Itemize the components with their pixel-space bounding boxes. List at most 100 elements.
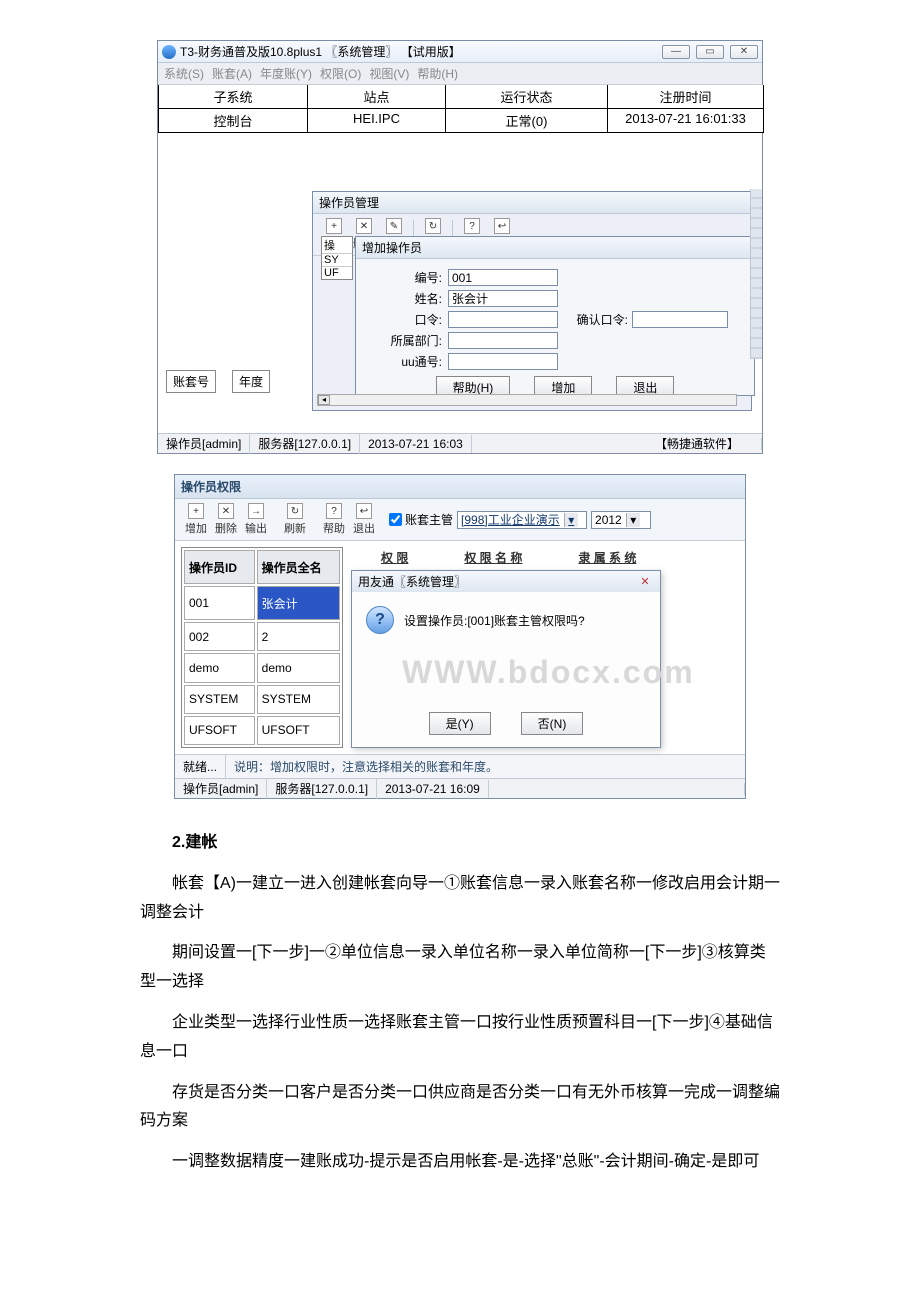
export-icon: → [248,503,264,519]
grid-row: 控制台 HEI.IPC 正常(0) 2013-07-21 16:01:33 [158,109,762,133]
confirm-title: 用友通〖系统管理〗✕ [352,571,660,592]
col-perm-name: 权 限 名 称 [464,549,522,566]
yes-button[interactable]: 是(Y) [429,712,491,735]
close-button[interactable]: ✕ [730,45,758,59]
tb-del[interactable]: ✕删除 [211,503,241,536]
cell-subsystem: 控制台 [158,109,308,133]
chevron-down-icon: ▾ [564,513,578,527]
right-gutter [750,189,762,359]
exit-icon: ↩ [356,503,372,519]
cell-regtime: 2013-07-21 16:01:33 [608,109,764,133]
refresh-icon: ↻ [287,503,303,519]
dept-label: 所属部门: [366,332,442,349]
perm-columns-header: 权 限 权 限 名 称 隶 属 系 统 [351,547,731,570]
menu-account[interactable]: 账套(A) [212,65,252,82]
uu-input[interactable] [448,353,558,370]
status-server: 服务器[127.0.0.1] [250,433,360,454]
table-row[interactable]: 001张会计 [184,586,340,620]
tb-add[interactable]: +增加 [181,503,211,536]
menu-system[interactable]: 系统(S) [164,65,204,82]
pwd-input[interactable] [448,311,558,328]
status-time: 2013-07-21 16:09 [377,780,489,798]
status-ready: 就绪... [175,755,226,778]
mini-row: SY [322,254,352,267]
perm-title: 操作员权限 [175,475,745,499]
status-operator: 操作员[admin] [175,778,267,799]
tb-refresh[interactable]: ↻刷新 [280,503,310,536]
grid-header: 子系统 站点 运行状态 注册时间 [158,85,762,109]
status-operator: 操作员[admin] [158,433,250,454]
year-combo[interactable]: 2012▾ [591,511,651,529]
acctset-combo[interactable]: [998]工业企业演示▾ [457,511,587,529]
table-row[interactable]: SYSTEMSYSTEM [184,685,340,714]
confirm-text: 设置操作员:[001]账套主管权限吗? [404,612,585,629]
resize-grip[interactable] [728,783,745,795]
edit-icon: ✎ [386,218,402,234]
close-icon[interactable]: ✕ [636,575,654,589]
article-p: 存货是否分类一口客户是否分类一口供应商是否分类一口有无外币核算一完成一调整编码方… [140,1079,780,1137]
dept-input[interactable] [448,332,558,349]
pwd-label: 口令: [366,311,442,328]
menu-help[interactable]: 帮助(H) [417,65,458,82]
table-row[interactable]: 0022 [184,622,340,651]
confirm-dialog: 用友通〖系统管理〗✕ ? 设置操作员:[001]账套主管权限吗? WWW.bdo… [351,570,661,748]
menu-perm[interactable]: 权限(O) [320,65,361,82]
pwd2-label: 确认口令: [568,311,628,328]
mini-row: UF [322,267,352,279]
no-button[interactable]: 否(N) [521,712,584,735]
table-row[interactable]: UFSOFTUFSOFT [184,716,340,745]
statusbar: 操作员[admin] 服务器[127.0.0.1] 2013-07-21 16:… [158,433,762,453]
question-icon: ? [366,606,394,634]
menu-view[interactable]: 视图(V) [369,65,409,82]
article-body: 2.建帐 帐套【A)一建立一进入创建帐套向导一①账套信息一录入账套名称一修改启用… [140,829,780,1177]
acct-manager-checkbox[interactable]: 账套主管 [385,510,453,529]
scroll-left-icon[interactable]: ◂ [318,395,330,405]
app-icon [162,45,176,59]
chevron-down-icon: ▾ [626,513,640,527]
col-site: 站点 [308,85,446,109]
add-operator-dialog: 增加操作员 编号: 姓名: 口令: 确认口令: [355,236,755,396]
tb-help[interactable]: ?帮助 [319,503,349,536]
name-label: 姓名: [366,290,442,307]
add-operator-title: 增加操作员 [356,237,754,259]
acctset-label: 账套号 [166,370,216,393]
h-scrollbar[interactable]: ◂ [317,394,737,406]
operator-mgmt-window: 操作员管理 +增加 ✕删除 ✎修改 ↻刷新 ?帮助 ↩退出 操 SY UF 增加… [312,191,752,411]
refresh-icon: ↻ [425,218,441,234]
status-time: 2013-07-21 16:03 [360,435,472,453]
operator-table[interactable]: 操作员ID操作员全名 001张会计 0022 demodemo SYSTEMSY… [181,547,343,748]
maximize-button[interactable]: ▭ [696,45,724,59]
name-input[interactable] [448,290,558,307]
statusbar2: 操作员[admin] 服务器[127.0.0.1] 2013-07-21 16:… [175,778,745,798]
titlebar[interactable]: T3-财务通普及版10.8plus1 〖系统管理〗 【试用版】 — ▭ ✕ [158,41,762,63]
status-brand: 【畅捷通软件】 [647,433,745,454]
col-subsystem: 子系统 [158,85,308,109]
uu-label: uu通号: [366,353,442,370]
resize-grip[interactable] [745,438,762,450]
chk-input[interactable] [389,513,402,526]
th-name: 操作员全名 [257,550,340,584]
table-row[interactable]: demodemo [184,653,340,682]
col-perm: 权 限 [381,549,408,566]
id-input[interactable] [448,269,558,286]
operator-mgmt-title: 操作员管理 [313,192,751,214]
tb-out[interactable]: →输出 [241,503,271,536]
status-server: 服务器[127.0.0.1] [267,778,377,799]
perm-footer: 就绪... 说明：增加权限时，注意选择相关的账套和年度。 [175,754,745,778]
year-label: 年度 [232,370,270,393]
col-state: 运行状态 [446,85,608,109]
perm-toolbar: +增加 ✕删除 →输出 ↻刷新 ?帮助 ↩退出 账套主管 [998]工业企业演示… [175,499,745,541]
tb-exit[interactable]: ↩退出 [349,503,379,536]
help-icon: ? [464,218,480,234]
article-p: 一调整数据精度一建账成功-提示是否启用帐套-是-选择"总账"-会计期间-确定-是… [140,1148,780,1177]
col-regtime: 注册时间 [608,85,764,109]
article-p: 企业类型一选择行业性质一选择账套主管一口按行业性质预置科目一[下一步]④基础信息… [140,1009,780,1067]
menubar[interactable]: 系统(S) 账套(A) 年度账(Y) 权限(O) 视图(V) 帮助(H) [158,63,762,85]
status-hint: 说明：增加权限时，注意选择相关的账套和年度。 [226,755,745,778]
plus-icon: + [326,218,342,234]
minimize-button[interactable]: — [662,45,690,59]
menu-year[interactable]: 年度账(Y) [260,65,312,82]
window-title: T3-财务通普及版10.8plus1 〖系统管理〗 【试用版】 [180,43,658,60]
pwd2-input[interactable] [632,311,728,328]
cell-site: HEI.IPC [308,109,446,133]
